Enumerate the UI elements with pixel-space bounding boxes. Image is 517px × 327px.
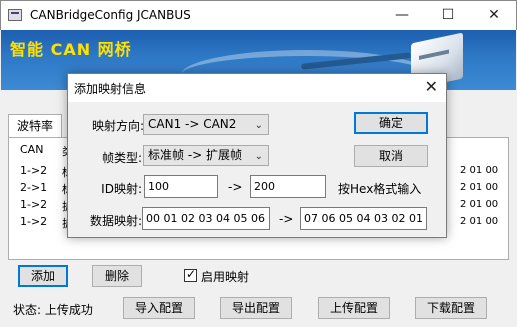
id-mapping-label: ID映射: — [101, 182, 142, 196]
window-title: CANBridgeConfig JCANBUS — [30, 8, 191, 22]
hex-hint: 按Hex格式输入 — [338, 182, 422, 196]
data-to-input[interactable]: 07 06 05 04 03 02 01 00 — [300, 207, 427, 230]
add-button[interactable]: 添加 — [18, 265, 68, 287]
export-config-button[interactable]: 导出配置 — [220, 297, 292, 319]
direction-value: CAN1 -> CAN2 — [148, 117, 237, 131]
direction-label: 映射方向: — [91, 119, 144, 133]
add-mapping-dialog: 添加映射信息 ✕ 映射方向: CAN1 -> CAN2 ⌄ 帧类型: 标准帧 -… — [67, 73, 447, 238]
enable-mapping-checkbox[interactable]: ✓ — [184, 267, 197, 282]
frame-type-value: 标准帧 -> 扩展帧 — [148, 148, 243, 162]
data-mapping-label: 数据映射: — [89, 214, 142, 228]
id-arrow: -> — [228, 180, 243, 194]
download-config-button[interactable]: 下载配置 — [415, 297, 487, 319]
enable-mapping-label[interactable]: 启用映射 — [201, 268, 249, 285]
close-button[interactable]: ✕ — [471, 1, 517, 30]
tab-baudrate[interactable]: 波特率 — [8, 114, 62, 138]
list-row-value: 2 01 00 — [460, 199, 499, 210]
data-from-input[interactable]: 00 01 02 03 04 05 06 07 — [142, 207, 270, 230]
maximize-button[interactable]: ☐ — [425, 1, 471, 30]
list-row-can[interactable]: 2->1 — [20, 181, 47, 194]
import-config-button[interactable]: 导入配置 — [123, 297, 195, 319]
app-icon — [8, 9, 22, 21]
list-row-value: 2 01 00 — [460, 216, 499, 227]
list-row-value: 2 01 00 — [460, 165, 499, 176]
list-row-value: 2 01 00 — [460, 182, 499, 193]
dialog-close-icon[interactable]: ✕ — [425, 77, 438, 96]
direction-select[interactable]: CAN1 -> CAN2 ⌄ — [143, 114, 269, 135]
device-panel — [419, 49, 449, 60]
chevron-down-icon: ⌄ — [254, 151, 263, 162]
data-arrow: -> — [279, 212, 294, 226]
chevron-down-icon: ⌄ — [254, 120, 263, 131]
frame-type-select[interactable]: 标准帧 -> 扩展帧 ⌄ — [143, 145, 269, 166]
upload-config-button[interactable]: 上传配置 — [318, 297, 390, 319]
title-bar: CANBridgeConfig JCANBUS — ☐ ✕ — [0, 0, 517, 30]
banner-title: 智能 CAN 网桥 — [10, 40, 132, 59]
list-row-can[interactable]: 1->2 — [20, 215, 47, 228]
list-row-can[interactable]: 1->2 — [20, 164, 47, 177]
frame-type-label: 帧类型: — [101, 151, 142, 165]
id-from-input[interactable]: 100 — [144, 175, 218, 198]
ok-button[interactable]: 确定 — [354, 112, 428, 134]
list-header-can: CAN — [20, 143, 44, 156]
minimize-button[interactable]: — — [379, 1, 425, 30]
cancel-button[interactable]: 取消 — [354, 145, 428, 167]
delete-button[interactable]: 删除 — [92, 265, 142, 287]
list-row-can[interactable]: 1->2 — [20, 198, 47, 211]
dialog-title-bar: 添加映射信息 ✕ — [68, 74, 446, 102]
status-text: 状态: 上传成功 — [13, 303, 93, 317]
checkmark-icon: ✓ — [186, 267, 197, 281]
id-to-input[interactable]: 200 — [250, 175, 326, 198]
dialog-title: 添加映射信息 — [74, 82, 147, 96]
